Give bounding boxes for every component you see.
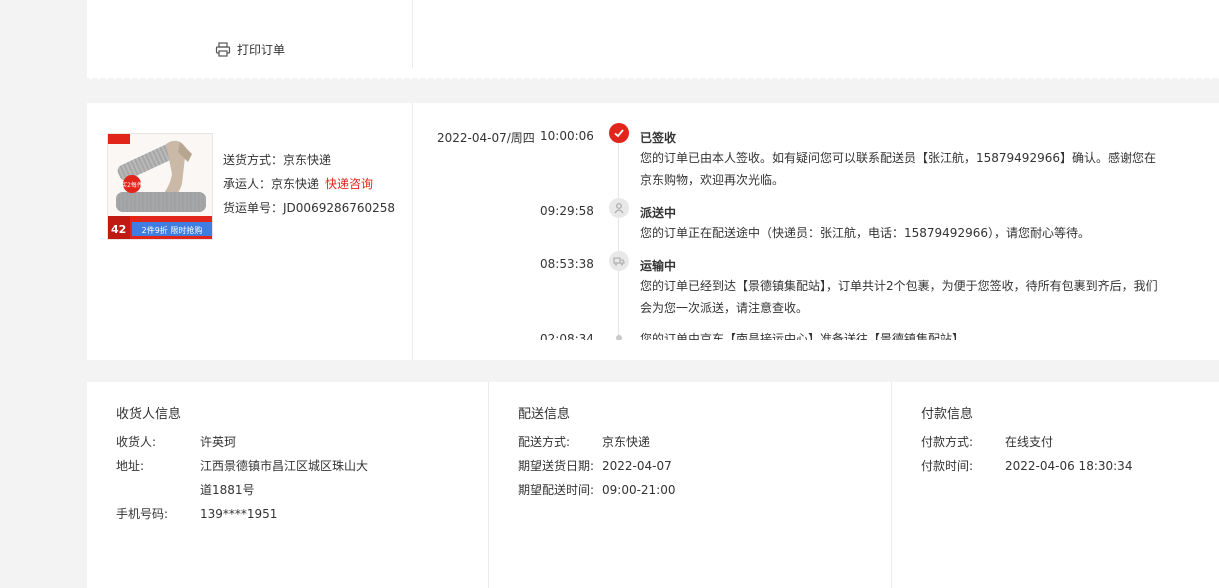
timeline-date: 2022-04-07/周四 [437, 131, 535, 145]
receiver-address-row: 地址: 江西景德镇市昌江区城区珠山大道1881号 [116, 454, 466, 502]
delivery-info: 配送信息 配送方式: 京东快递 期望送货日期: 2022-04-07 期望配送时… [489, 382, 892, 588]
timeline-line [618, 143, 619, 340]
logistics-panel: 买2每件 42 2件9折 限时抢购 送货方式：京东快递 承运人：京东快递 快递咨询… [87, 103, 1219, 360]
product-tag-text: 买2每件 [121, 181, 143, 189]
timeline-status: 运输中 [640, 259, 677, 273]
payment-info: 付款信息 付款方式: 在线支付 付款时间: 2022-04-06 18:30:3… [892, 382, 1219, 588]
timeline-time: 09:29:58 [540, 204, 594, 218]
payment-method-value: 在线支付 [1005, 435, 1054, 449]
timeline-desc: 您的订单已经到达【景德镇集配站】，订单共计2个包裹，为便于您签收，待所有包裹到齐… [640, 279, 1158, 315]
receiver-name-value: 许英珂 [200, 435, 237, 449]
order-actions-left: 打印订单 [87, 0, 413, 68]
price-badge: 42 [111, 223, 126, 236]
carrier-label: 承运人： [223, 177, 272, 191]
timeline-time: 10:00:06 [540, 129, 594, 143]
delivery-rows: 配送方式: 京东快递 期望送货日期: 2022-04-07 期望配送时间: 09… [518, 430, 868, 502]
receiver-title: 收货人信息 [116, 407, 182, 422]
receiver-name-label: 收货人: [116, 435, 157, 449]
carrier-value: 京东快递 [271, 177, 320, 191]
receiver-phone-label: 手机号码: [116, 507, 169, 521]
receiver-address-label: 地址: [116, 459, 145, 473]
shipping-method-label: 送货方式： [223, 153, 284, 167]
receiver-rows: 收货人: 许英珂 地址: 江西景德镇市昌江区城区珠山大道1881号 手机号码: … [116, 430, 466, 526]
delivery-date-label: 期望送货日期: [518, 459, 595, 473]
tracking-row: 货运单号：JD0069286760258 [223, 196, 395, 220]
delivery-title: 配送信息 [518, 407, 571, 422]
print-order-button[interactable]: 打印订单 [215, 41, 285, 58]
delivery-time-row: 期望配送时间: 09:00-21:00 [518, 478, 868, 502]
delivery-time-value: 09:00-21:00 [602, 483, 676, 497]
product-thumbnail[interactable]: 买2每件 42 2件9折 限时抢购 [107, 133, 213, 240]
timeline-time: 02:08:34 [540, 332, 594, 340]
check-icon [609, 123, 629, 143]
timeline-desc: 您的订单已由本人签收。如有疑问您可以联系配送员【张江航，15879492966】… [640, 151, 1156, 187]
package-summary: 买2每件 42 2件9折 限时抢购 送货方式：京东快递 承运人：京东快递 快递咨询… [87, 103, 413, 360]
receiver-phone-row: 手机号码: 139****1951 [116, 502, 466, 526]
delivery-time-label: 期望配送时间: [518, 483, 595, 497]
courier-icon [609, 198, 629, 218]
logistics-timeline[interactable]: 2022-04-07/周四 10:00:06 已签收 您的订单已由本人签收。如有… [414, 103, 1219, 340]
payment-time-row: 付款时间: 2022-04-06 18:30:34 [921, 454, 1219, 478]
payment-time-value: 2022-04-06 18:30:34 [1005, 459, 1133, 473]
shipping-info: 送货方式：京东快递 承运人：京东快递 快递咨询 货运单号：JD0069286760… [223, 148, 395, 220]
promo-text: 2件9折 限时抢购 [142, 225, 203, 235]
delivery-date-row: 期望送货日期: 2022-04-07 [518, 454, 868, 478]
receiver-address-value: 江西景德镇市昌江区城区珠山大道1881号 [200, 459, 369, 497]
tracking-label: 货运单号： [223, 201, 284, 215]
payment-time-label: 付款时间: [921, 459, 974, 473]
zigzag-divider [87, 74, 1219, 80]
truck-icon [609, 251, 629, 271]
delivery-method-value: 京东快递 [602, 435, 651, 449]
timeline-status: 派送中 [640, 206, 677, 220]
timeline-time: 08:53:38 [540, 257, 594, 271]
timeline-status: 已签收 [640, 131, 677, 145]
order-info-panel: 收货人信息 收货人: 许英珂 地址: 江西景德镇市昌江区城区珠山大道1881号 … [87, 382, 1219, 588]
receiver-phone-value: 139****1951 [200, 507, 278, 521]
printer-icon [215, 42, 231, 57]
delivery-method-label: 配送方式: [518, 435, 571, 449]
receiver-info: 收货人信息 收货人: 许英珂 地址: 江西景德镇市昌江区城区珠山大道1881号 … [87, 382, 489, 588]
tracking-number: JD0069286760258 [283, 201, 396, 215]
shipping-method-value: 京东快递 [283, 153, 332, 167]
payment-rows: 付款方式: 在线支付 付款时间: 2022-04-06 18:30:34 [921, 430, 1219, 478]
delivery-method-row: 配送方式: 京东快递 [518, 430, 868, 454]
receiver-name-row: 收货人: 许英珂 [116, 430, 466, 454]
order-actions-panel: 打印订单 [87, 0, 1219, 78]
dot-icon [616, 335, 622, 340]
payment-title: 付款信息 [921, 407, 974, 422]
timeline-desc: 您的订单正在配送途中（快递员：张江航，电话：15879492966），请您耐心等… [640, 226, 1090, 240]
carrier-row: 承运人：京东快递 快递咨询 [223, 172, 395, 196]
timeline-desc: 您的订单由京东【南昌接运中心】准备送往【景德镇集配站】 [640, 332, 965, 340]
courier-inquiry-link[interactable]: 快递咨询 [325, 177, 373, 191]
payment-method-label: 付款方式: [921, 435, 974, 449]
print-order-label: 打印订单 [237, 43, 286, 57]
shipping-method-row: 送货方式：京东快递 [223, 148, 395, 172]
delivery-date-value: 2022-04-07 [602, 459, 672, 473]
payment-method-row: 付款方式: 在线支付 [921, 430, 1219, 454]
